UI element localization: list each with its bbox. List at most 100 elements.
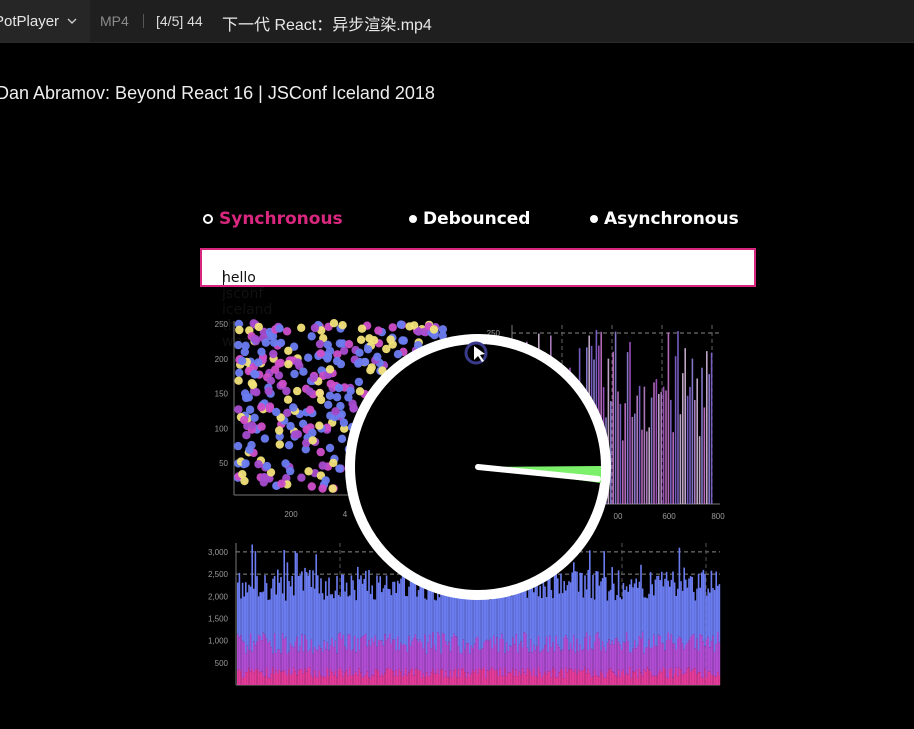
area-band [534, 650, 537, 677]
area-band [680, 638, 682, 670]
scatter-point [337, 434, 347, 443]
area-band [542, 648, 545, 675]
area-band [379, 640, 381, 677]
area-band [680, 581, 682, 639]
tick-label: 1,000 [208, 637, 229, 646]
area-band [701, 677, 703, 685]
area-band [390, 669, 393, 685]
area-band [398, 583, 401, 651]
area-band [361, 636, 364, 678]
area-band [693, 668, 695, 685]
area-band [341, 638, 343, 672]
area-band [582, 649, 585, 671]
area-band [429, 676, 431, 685]
area-band [686, 668, 689, 685]
area-band [569, 642, 572, 669]
bar [648, 427, 650, 504]
area-band [523, 632, 525, 673]
area-band [597, 632, 599, 677]
area-band [649, 572, 652, 649]
bar [650, 397, 653, 504]
area-band [417, 590, 420, 642]
scatter-point [234, 405, 243, 414]
area-band [477, 636, 479, 674]
area-band [662, 643, 665, 668]
area-band [566, 638, 569, 673]
area-band [451, 637, 453, 678]
app-menu-button[interactable]: PotPlayer [0, 0, 90, 42]
area-band [363, 635, 365, 677]
area-band [661, 571, 663, 643]
bar [653, 382, 655, 504]
scatter-point [393, 350, 403, 359]
area-band [342, 575, 345, 635]
area-band [501, 675, 503, 685]
area-band [465, 643, 468, 678]
area-band [400, 578, 402, 643]
scatter-point [289, 403, 298, 412]
scatter-point [240, 476, 249, 486]
area-band [336, 677, 338, 685]
area-band [672, 677, 674, 685]
scatter-point [306, 405, 315, 414]
area-band [465, 677, 468, 685]
area-band [270, 647, 273, 674]
area-band [509, 645, 511, 673]
area-band [357, 566, 359, 639]
area-band [625, 632, 628, 674]
area-band [264, 575, 266, 635]
area-band [547, 573, 549, 653]
area-band [325, 649, 327, 678]
area-band [237, 582, 239, 634]
area-band [648, 669, 650, 685]
area-band [605, 651, 607, 678]
area-band [448, 641, 450, 678]
scatter-point [275, 440, 284, 449]
area-band [307, 651, 309, 668]
area-band [565, 667, 567, 685]
area-band [696, 638, 698, 675]
area-band [585, 589, 588, 633]
area-band [288, 581, 290, 652]
scatter-point [315, 421, 324, 430]
area-band [253, 588, 255, 642]
area-band [597, 571, 599, 632]
area-band [645, 671, 647, 685]
area-band [352, 675, 354, 685]
area-band [536, 646, 538, 677]
area-band [277, 569, 279, 650]
scatter-point [338, 321, 347, 330]
area-band [435, 673, 437, 685]
area-band [384, 672, 386, 685]
area-band [587, 669, 589, 685]
area-band [601, 673, 604, 685]
area-band [275, 670, 277, 685]
area-band [422, 673, 425, 685]
area-band [699, 672, 701, 685]
area-band [318, 645, 321, 671]
area-band [246, 592, 249, 646]
area-band [613, 672, 615, 685]
area-band [713, 590, 716, 652]
scatter-point [346, 386, 355, 396]
video-area[interactable]: Dan Abramov: Beyond React 16 | JSConf Ic… [0, 43, 914, 729]
scatter-point [307, 332, 316, 341]
area-band [373, 642, 375, 676]
area-band [241, 678, 244, 685]
scatter-point [241, 459, 250, 468]
area-band [443, 634, 445, 678]
area-band [697, 650, 700, 673]
scatter-point [276, 338, 286, 348]
bar [638, 385, 641, 504]
area-band [555, 677, 557, 685]
area-band [478, 668, 481, 685]
area-band [259, 592, 261, 636]
area-band [613, 644, 615, 673]
area-band [705, 595, 708, 640]
area-band [571, 669, 573, 685]
area-band [593, 670, 596, 685]
area-band [261, 592, 263, 641]
area-band [355, 652, 357, 672]
scatter-point [321, 476, 330, 485]
area-band [334, 590, 337, 641]
